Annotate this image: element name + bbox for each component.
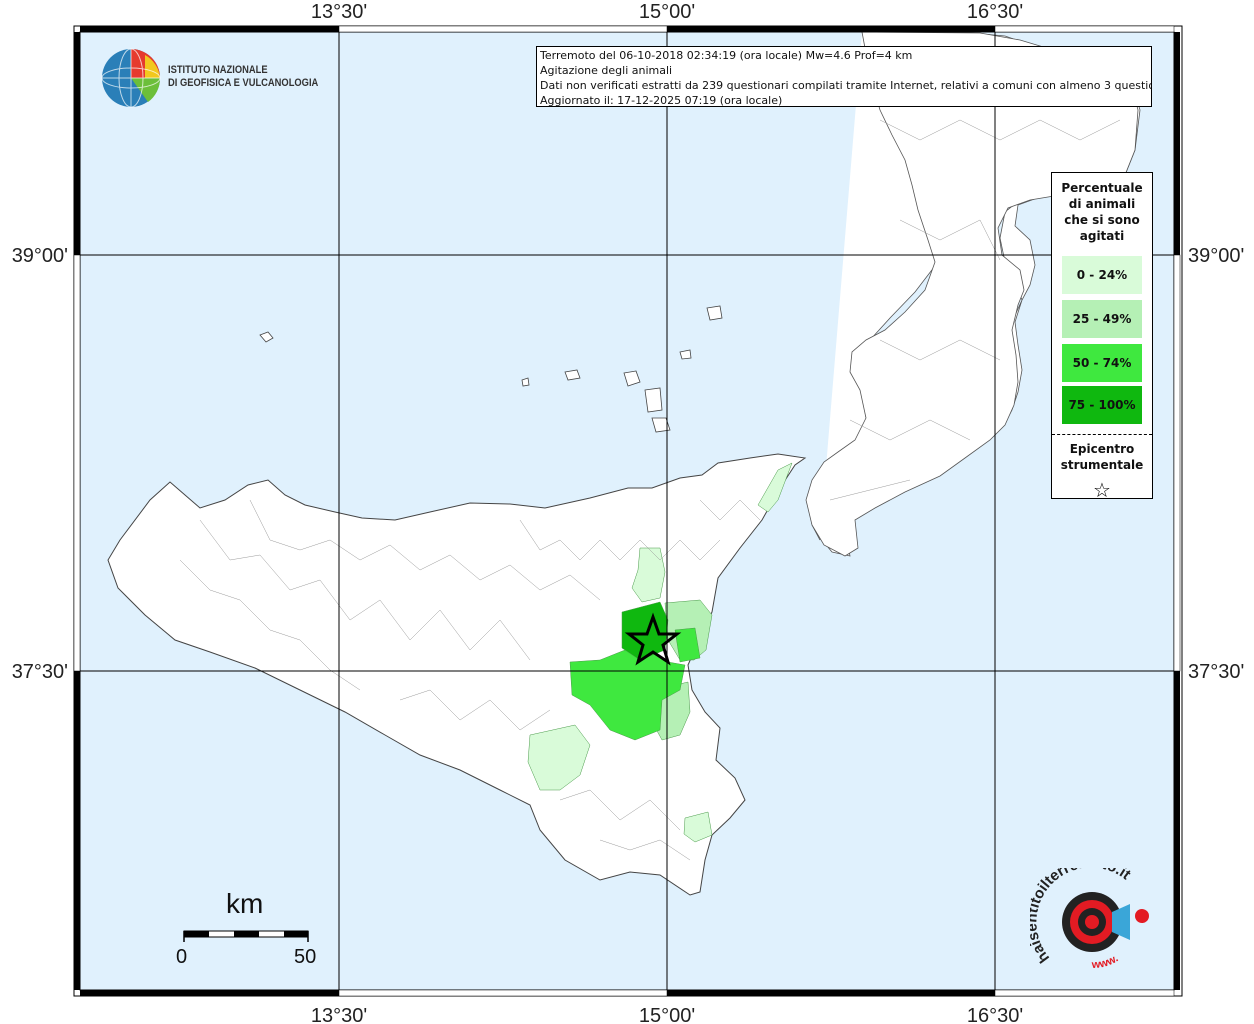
event-update-time: Aggiornato il: 17-12-2025 07:19 (ora loc… — [540, 94, 783, 107]
lon-label-bottom-0: 13°30' — [311, 1005, 367, 1024]
hsit-logo-icon: haisentitoilterremoto.it www. — [1023, 854, 1149, 972]
legend-epicenter-label: Epicentro strumentale — [1052, 441, 1152, 473]
legend-class-0-24: 0 - 24% — [1062, 256, 1142, 294]
event-title: Terremoto del 06-10-2018 02:34:19 (ora l… — [540, 49, 913, 62]
scale-bar-graphic — [183, 930, 309, 942]
svg-text:www.: www. — [1090, 953, 1120, 972]
felt-area-75-100 — [621, 601, 669, 661]
lon-label-top-1: 15°00' — [639, 1, 695, 23]
scale-bar: km 0 50 — [176, 888, 326, 968]
legend-class-50-74: 50 - 74% — [1062, 344, 1142, 382]
event-parameter: Agitazione degli animali — [540, 64, 673, 77]
legend-title: Percentuale di animali che si sono agita… — [1052, 180, 1152, 244]
lat-label-left-0: 39°00' — [12, 245, 68, 267]
legend-title-line: agitati — [1079, 229, 1125, 243]
scale-unit-label: km — [226, 888, 264, 919]
lat-label-right-0: 39°00' — [1188, 245, 1244, 267]
logo-line-2: DI GEOFISICA E VULCANOLOGIA — [168, 77, 319, 89]
legend-class-75-100: 75 - 100% — [1062, 386, 1142, 424]
lon-label-top-2: 16°30' — [967, 1, 1023, 23]
scale-max-label: 50 — [294, 946, 317, 968]
lon-label-bottom-2: 16°30' — [967, 1005, 1023, 1024]
filicudi-island — [564, 369, 581, 381]
lon-label-bottom-1: 15°00' — [639, 1005, 695, 1024]
hsit-badge: haisentitoilterremoto.it www. — [1023, 854, 1160, 978]
stromboli-island — [706, 305, 723, 321]
legend-epicenter-line: strumentale — [1060, 458, 1144, 472]
legend-epicenter-line: Epicentro — [1069, 442, 1135, 456]
event-info-box: Terremoto del 06-10-2018 02:34:19 (ora l… — [536, 46, 1152, 107]
lon-label-top-0: 13°30' — [311, 1, 367, 23]
hsit-badge-www: www. — [1090, 953, 1120, 972]
legend-title-line: Percentuale — [1061, 181, 1143, 195]
globe-icon — [101, 48, 161, 108]
legend-title-line: di animali — [1068, 197, 1136, 211]
lat-label-left-1: 37°30' — [12, 661, 68, 683]
legend-title-line: che si sono — [1064, 213, 1140, 227]
lat-label-right-1: 37°30' — [1188, 661, 1244, 683]
map-legend: Percentuale di animali che si sono agita… — [1051, 172, 1153, 502]
ingv-logo: ISTITUTO NAZIONALE DI GEOFISICA E VULCAN… — [100, 47, 340, 109]
event-data-note: Dati non verificati estratti da 239 ques… — [540, 79, 1152, 92]
logo-line-1: ISTITUTO NAZIONALE — [168, 64, 268, 76]
legend-class-25-49: 25 - 49% — [1062, 300, 1142, 338]
scale-min-label: 0 — [176, 946, 188, 968]
legend-divider — [1052, 434, 1152, 435]
star-icon: ☆ — [1093, 478, 1111, 502]
lipari-island — [644, 387, 663, 413]
panarea-island — [679, 349, 692, 360]
